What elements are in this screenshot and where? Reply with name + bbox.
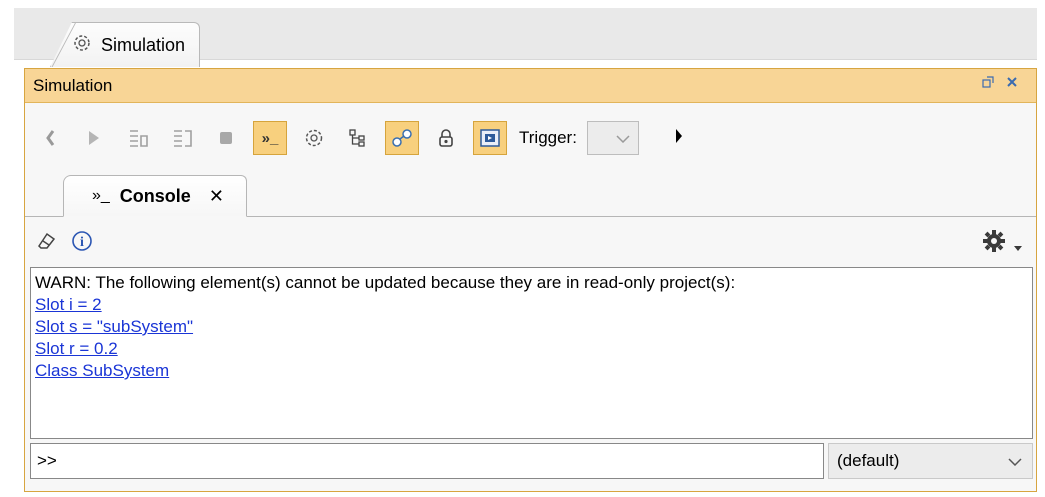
command-input[interactable] bbox=[30, 443, 824, 479]
nodes-icon bbox=[391, 128, 413, 148]
trigger-label: Trigger: bbox=[519, 128, 577, 147]
simulation-toolbar: »_ Trigger: bbox=[25, 103, 1036, 173]
animation-icon bbox=[479, 128, 501, 148]
animation-button[interactable] bbox=[473, 121, 507, 155]
simulation-panel: Simulation »_ Trigger: »_ Console ✕ i WA… bbox=[24, 68, 1037, 492]
chevron-left-icon bbox=[45, 129, 55, 147]
variables-button[interactable] bbox=[341, 121, 375, 155]
toolbar-overflow-icon[interactable] bbox=[675, 127, 683, 150]
step-over-button[interactable] bbox=[165, 121, 199, 155]
trigger-select[interactable] bbox=[586, 121, 639, 155]
panel-header: Simulation bbox=[25, 69, 1036, 103]
console-tab-strip: »_ Console ✕ bbox=[25, 173, 1036, 217]
chevron-down-icon bbox=[1008, 451, 1022, 471]
step-back-button[interactable] bbox=[33, 121, 67, 155]
gear-icon bbox=[982, 229, 1006, 260]
outer-tab-label: Simulation bbox=[101, 34, 186, 55]
stop-button[interactable] bbox=[209, 121, 243, 155]
slot-s-link[interactable]: Slot s = "subSystem" bbox=[35, 316, 1028, 338]
class-subsystem-link[interactable]: Class SubSystem bbox=[35, 360, 1028, 382]
tree-icon bbox=[348, 128, 368, 148]
scope-select-value: (default) bbox=[837, 451, 900, 470]
console-toggle-button[interactable]: »_ bbox=[253, 121, 287, 155]
console-settings[interactable] bbox=[982, 229, 1022, 260]
warn-message: WARN: The following element(s) cannot be… bbox=[35, 273, 736, 292]
console-prompt-icon: »_ bbox=[92, 187, 110, 204]
scope-select[interactable]: (default) bbox=[828, 443, 1033, 479]
panel-body: »_ Trigger: »_ Console ✕ i WARN: The fol… bbox=[25, 103, 1036, 491]
info-icon[interactable]: i bbox=[71, 230, 93, 257]
simulation-outer-tab[interactable]: Simulation bbox=[50, 22, 201, 67]
sessions-button[interactable] bbox=[297, 121, 331, 155]
dropdown-arrow-icon bbox=[1014, 231, 1022, 259]
console-tab-label: Console bbox=[119, 185, 191, 206]
close-icon[interactable] bbox=[1006, 75, 1018, 91]
slot-r-link[interactable]: Slot r = 0.2 bbox=[35, 338, 1028, 360]
outer-tab-strip: Simulation bbox=[14, 8, 1037, 67]
breakpoints-button[interactable] bbox=[385, 121, 419, 155]
console-output: WARN: The following element(s) cannot be… bbox=[30, 267, 1033, 439]
gear-outline-icon bbox=[304, 128, 324, 148]
close-icon[interactable]: ✕ bbox=[209, 186, 224, 207]
step-into-icon bbox=[127, 128, 149, 148]
console-prompt-icon: »_ bbox=[261, 129, 279, 147]
play-icon bbox=[87, 129, 101, 147]
chevron-down-icon bbox=[616, 128, 630, 148]
eraser-icon[interactable] bbox=[35, 230, 57, 257]
step-into-button[interactable] bbox=[121, 121, 155, 155]
console-toolbar: i bbox=[25, 219, 1036, 267]
tab-console[interactable]: »_ Console ✕ bbox=[63, 175, 247, 217]
console-input-row: (default) bbox=[30, 443, 1033, 479]
svg-text:i: i bbox=[80, 235, 84, 250]
step-over-icon bbox=[171, 128, 193, 148]
slot-i-link[interactable]: Slot i = 2 bbox=[35, 294, 1028, 316]
stop-icon bbox=[218, 130, 234, 146]
lock-button[interactable] bbox=[429, 121, 463, 155]
restore-icon[interactable] bbox=[982, 75, 994, 91]
lock-icon bbox=[437, 128, 455, 148]
simulation-gear-icon bbox=[73, 34, 91, 57]
run-button[interactable] bbox=[77, 121, 111, 155]
panel-title: Simulation bbox=[33, 75, 113, 95]
